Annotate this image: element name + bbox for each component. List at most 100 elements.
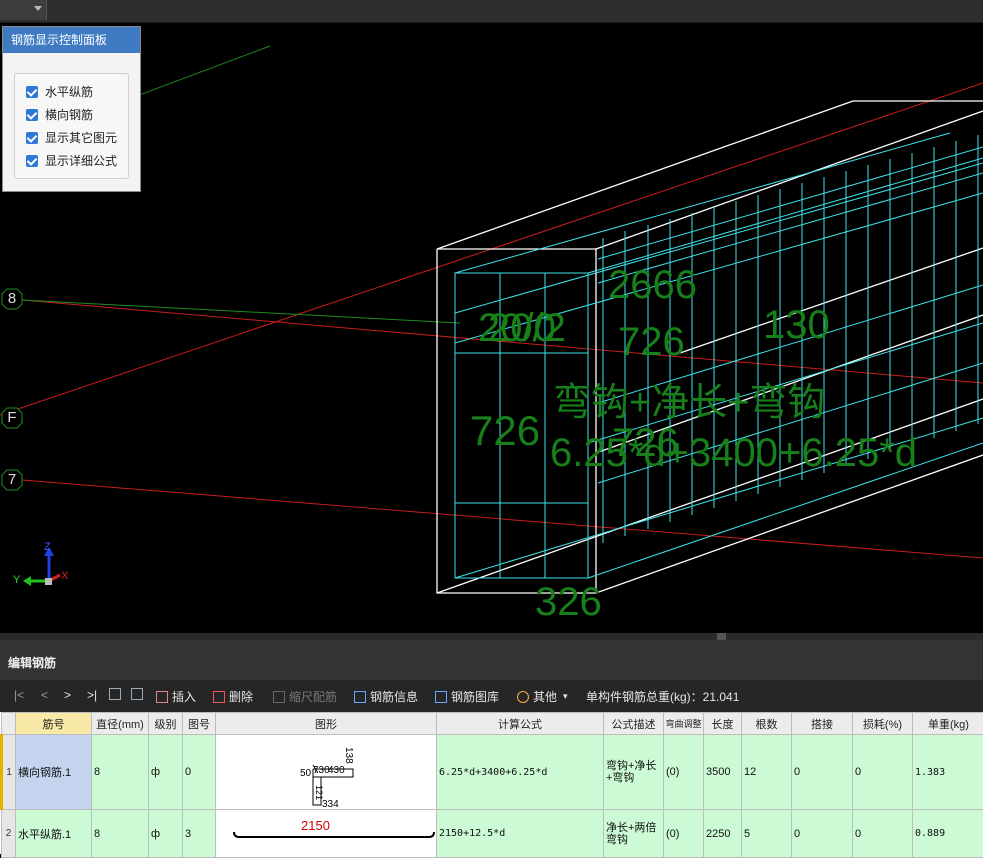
cell-diameter[interactable]: 8 [92, 810, 149, 858]
cell-formula[interactable]: 2150+12.5*d [437, 810, 604, 858]
3d-viewport[interactable]: 20/0 20/2 2666 726 130 726 弯钩+净长+弯钩 6.25… [0, 23, 983, 633]
scale-icon [273, 691, 285, 703]
cell-weight[interactable]: 0.889 [913, 810, 983, 858]
axis-label-f: F [2, 408, 22, 428]
cell-lap[interactable]: 0 [792, 810, 853, 858]
axis-markers [2, 289, 22, 490]
cell-shape[interactable]: 2150 [216, 810, 437, 858]
header-grade[interactable]: 级别 [149, 713, 183, 735]
rebar-library-button[interactable]: 钢筋图库 [435, 688, 499, 705]
top-bar [0, 0, 983, 23]
cell-count[interactable]: 5 [742, 810, 792, 858]
cell-grade[interactable]: ф [149, 810, 183, 858]
delete-button[interactable]: 删除 [213, 688, 253, 705]
header-fig-no[interactable]: 图号 [183, 713, 216, 735]
header-formula[interactable]: 计算公式 [437, 713, 604, 735]
cell-diameter[interactable]: 8 [92, 735, 149, 810]
header-bend-adjust[interactable]: 弯曲调整 [664, 713, 704, 735]
table-header: 筋号 直径(mm) 级别 图号 图形 计算公式 公式描述 弯曲调整 长度 根数 … [2, 713, 983, 735]
header-formula-desc[interactable]: 公式描述 [604, 713, 664, 735]
rebar-info-button[interactable]: 钢筋信息 [354, 688, 418, 705]
header-diameter[interactable]: 直径(mm) [92, 713, 149, 735]
cell-loss[interactable]: 0 [853, 735, 913, 810]
delete-label: 删除 [229, 688, 253, 705]
rebar-toolbar: |< < > >| 插入 删除 缩尺配筋 钢筋信息 钢筋图库 其他▾ 单构件钢筋… [0, 680, 983, 712]
row-index: 2 [2, 810, 16, 858]
axis-label-7: 7 [2, 470, 22, 490]
cell-formula[interactable]: 6.25*d+3400+6.25*d [437, 735, 604, 810]
cell-shape[interactable]: 138 50 730 430 121 334 [216, 735, 437, 810]
move-down-button[interactable] [131, 688, 147, 700]
total-weight: 单构件钢筋总重(kg)：21.041 [586, 688, 739, 705]
table-row[interactable]: 2 水平纵筋.1 8 ф 3 2150 2150+12.5*d 净长+两倍弯钩 … [2, 810, 983, 858]
cell-fig[interactable]: 0 [183, 735, 216, 810]
rebar-cage [455, 133, 983, 578]
cell-desc[interactable]: 弯钩+净长+弯钩 [604, 735, 664, 810]
table-row[interactable]: 1 横向钢筋.1 8 ф 0 138 50 730 430 121 334 [2, 735, 983, 810]
delete-icon [213, 691, 225, 703]
edit-rebar-title: 编辑钢筋 [8, 654, 56, 671]
cell-grade[interactable]: ф [149, 735, 183, 810]
gizmo-y-label: Y [13, 574, 20, 586]
shape-label-d: 121 [314, 785, 324, 800]
option-show-detail-formula[interactable]: 显示详细公式 [15, 149, 128, 172]
last-record-button[interactable]: >| [87, 688, 97, 702]
first-record-button[interactable]: |< [14, 688, 24, 702]
shape-label-e: 334 [322, 799, 339, 809]
annotation-formula: 6.25*d+3400+6.25*d [550, 431, 917, 475]
cell-length[interactable]: 2250 [704, 810, 742, 858]
cell-bend[interactable]: (0) [664, 810, 704, 858]
insert-icon [156, 691, 168, 703]
header-count[interactable]: 根数 [742, 713, 792, 735]
gear-icon [517, 691, 529, 703]
checkbox-checked-icon[interactable] [26, 155, 38, 167]
scale-rebar-button[interactable]: 缩尺配筋 [273, 688, 337, 705]
cell-name[interactable]: 水平纵筋.1 [16, 810, 92, 858]
header-lap[interactable]: 搭接 [792, 713, 853, 735]
header-loss[interactable]: 损耗(%) [853, 713, 913, 735]
option-horizontal-rebar[interactable]: 水平纵筋 [15, 80, 128, 103]
straight-bar-shape-diagram: 2150 [216, 810, 437, 857]
shape-label-length: 2150 [301, 818, 330, 833]
header-shape[interactable]: 图形 [216, 713, 437, 735]
panel-options: 水平纵筋 横向钢筋 显示其它图元 显示详细公式 [14, 73, 129, 179]
next-record-button[interactable]: > [64, 688, 71, 702]
row-index: 1 [2, 735, 16, 810]
rebar-display-panel: 钢筋显示控制面板 水平纵筋 横向钢筋 显示其它图元 显示详细公式 [2, 26, 141, 192]
splitter[interactable] [0, 633, 983, 640]
rebar-info-label: 钢筋信息 [370, 688, 418, 705]
cell-lap[interactable]: 0 [792, 735, 853, 810]
rebar-library-label: 钢筋图库 [451, 688, 499, 705]
cell-name[interactable]: 横向钢筋.1 [16, 735, 92, 810]
cell-desc[interactable]: 净长+两倍弯钩 [604, 810, 664, 858]
checkbox-checked-icon[interactable] [26, 132, 38, 144]
checkbox-checked-icon[interactable] [26, 109, 38, 121]
annotation-326: 326 [535, 580, 602, 624]
header-length[interactable]: 长度 [704, 713, 742, 735]
splitter-handle[interactable] [717, 633, 726, 640]
cell-loss[interactable]: 0 [853, 810, 913, 858]
scale-rebar-label: 缩尺配筋 [289, 688, 337, 705]
cell-fig[interactable]: 3 [183, 810, 216, 858]
rebar-table: 筋号 直径(mm) 级别 图号 图形 计算公式 公式描述 弯曲调整 长度 根数 … [0, 712, 983, 854]
gizmo-x-label: X [61, 570, 68, 582]
annotation-726-mid: 726 [612, 421, 679, 465]
cell-weight[interactable]: 1.383 [913, 735, 983, 810]
corner-cell [2, 713, 16, 735]
move-up-button[interactable] [109, 688, 125, 700]
insert-button[interactable]: 插入 [156, 688, 196, 705]
option-label: 横向钢筋 [45, 106, 93, 123]
header-unit-weight[interactable]: 单重(kg) [913, 713, 983, 735]
cell-length[interactable]: 3500 [704, 735, 742, 810]
view-dropdown[interactable] [0, 0, 47, 20]
cell-count[interactable]: 12 [742, 735, 792, 810]
option-transverse-rebar[interactable]: 横向钢筋 [15, 103, 128, 126]
cell-bend[interactable]: (0) [664, 735, 704, 810]
annotation-726-left: 726 [470, 407, 540, 454]
chevron-down-icon [34, 6, 42, 11]
prev-record-button[interactable]: < [41, 688, 48, 702]
header-bar-no[interactable]: 筋号 [16, 713, 92, 735]
option-show-other-elements[interactable]: 显示其它图元 [15, 126, 128, 149]
other-menu-button[interactable]: 其他▾ [517, 688, 568, 705]
checkbox-checked-icon[interactable] [26, 86, 38, 98]
